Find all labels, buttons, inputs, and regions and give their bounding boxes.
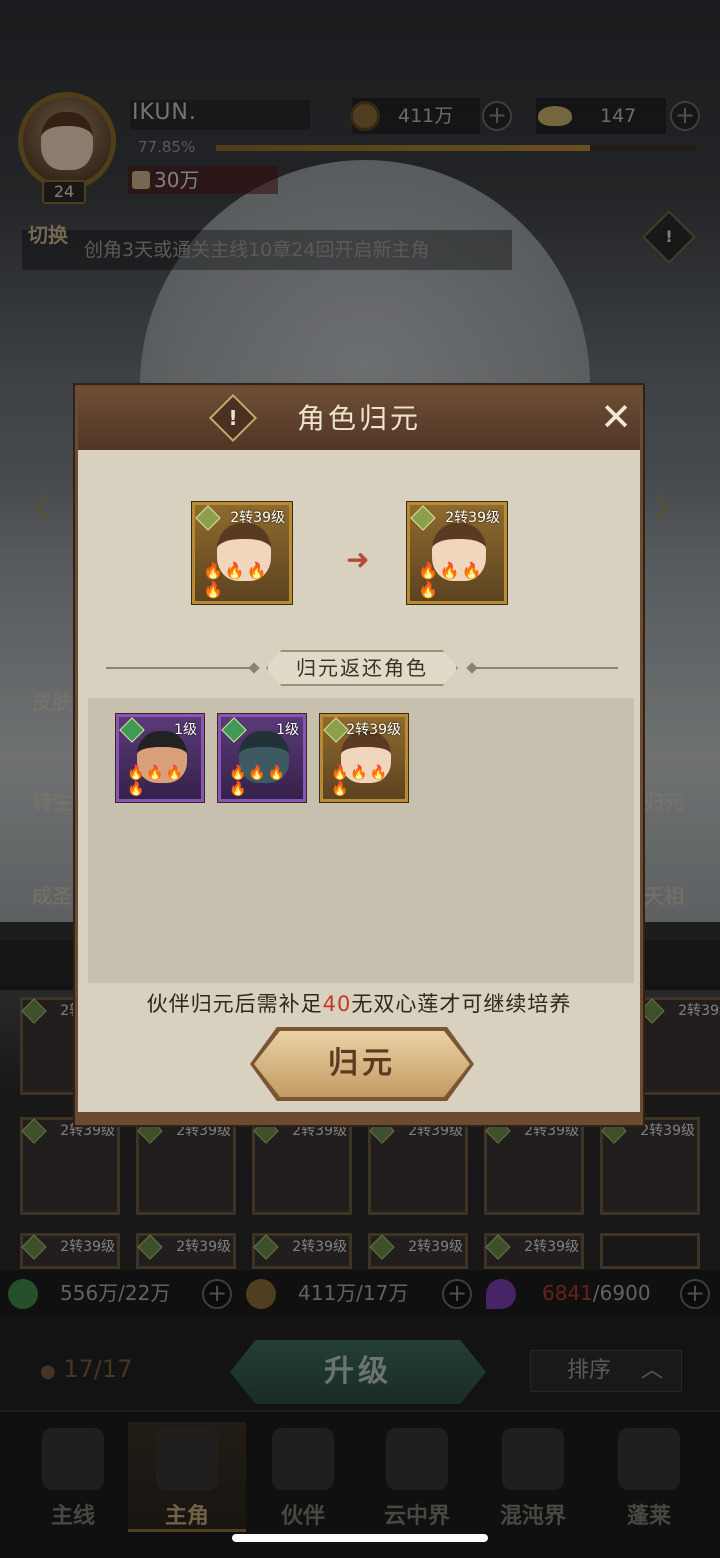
- rarity-gem-icon: [410, 505, 436, 531]
- star-drops-icon: 🔥🔥🔥🔥: [331, 765, 390, 797]
- dialog-bottom-trim: [78, 1112, 640, 1122]
- source-hero-card[interactable]: 2转39级 🔥🔥🔥🔥: [192, 502, 292, 604]
- hero-level: 1级: [276, 722, 299, 738]
- divider-left: [106, 667, 254, 669]
- section-title: 归元返还角色: [266, 650, 458, 686]
- star-drops-icon: 🔥🔥🔥🔥: [127, 765, 186, 797]
- restore-dialog: 角色归元 ! ✕ 2转39级 🔥🔥🔥🔥 ➜ 2转39级 🔥🔥🔥🔥 归元返还角色 …: [75, 385, 643, 1125]
- home-indicator[interactable]: [232, 1534, 488, 1542]
- returned-heroes-box: 1级 🔥🔥🔥🔥 1级 🔥🔥🔥🔥 2转39级 🔥🔥🔥🔥: [88, 698, 634, 983]
- hero-level: 2转39级: [346, 722, 401, 738]
- returned-hero-card[interactable]: 1级 🔥🔥🔥🔥: [218, 714, 306, 802]
- divider-dot: [248, 662, 260, 674]
- target-hero-card[interactable]: 2转39级 🔥🔥🔥🔥: [407, 502, 507, 604]
- notice-suffix: 无双心莲才可继续培养: [351, 992, 572, 1016]
- exclamation-icon: !: [228, 406, 238, 430]
- dialog-title: 角色归元: [296, 402, 421, 435]
- star-drops-icon: 🔥🔥🔥🔥: [203, 561, 269, 599]
- confirm-restore-button[interactable]: 归元: [254, 1031, 470, 1097]
- notice-prefix: 伙伴归元后需补足: [146, 992, 323, 1016]
- notice-amount: 40: [322, 992, 352, 1016]
- hero-level: 1级: [174, 722, 197, 738]
- divider-right: [472, 667, 618, 669]
- rarity-gem-icon: [195, 505, 221, 531]
- hero-level: 2转39级: [230, 510, 285, 526]
- restore-notice: 伙伴归元后需补足40无双心莲才可继续培养: [78, 988, 640, 1018]
- returned-hero-card[interactable]: 2转39级 🔥🔥🔥🔥: [320, 714, 408, 802]
- hero-level: 2转39级: [445, 510, 500, 526]
- star-drops-icon: 🔥🔥🔥🔥: [418, 561, 484, 599]
- returned-hero-card[interactable]: 1级 🔥🔥🔥🔥: [116, 714, 204, 802]
- star-drops-icon: 🔥🔥🔥🔥: [229, 765, 288, 797]
- arrow-right-icon: ➜: [346, 543, 370, 576]
- close-button[interactable]: ✕: [598, 398, 634, 436]
- game-screen: 24 IKUN. 77.85% 30万 411万 + 147 + 创角3天或通关…: [0, 0, 720, 1558]
